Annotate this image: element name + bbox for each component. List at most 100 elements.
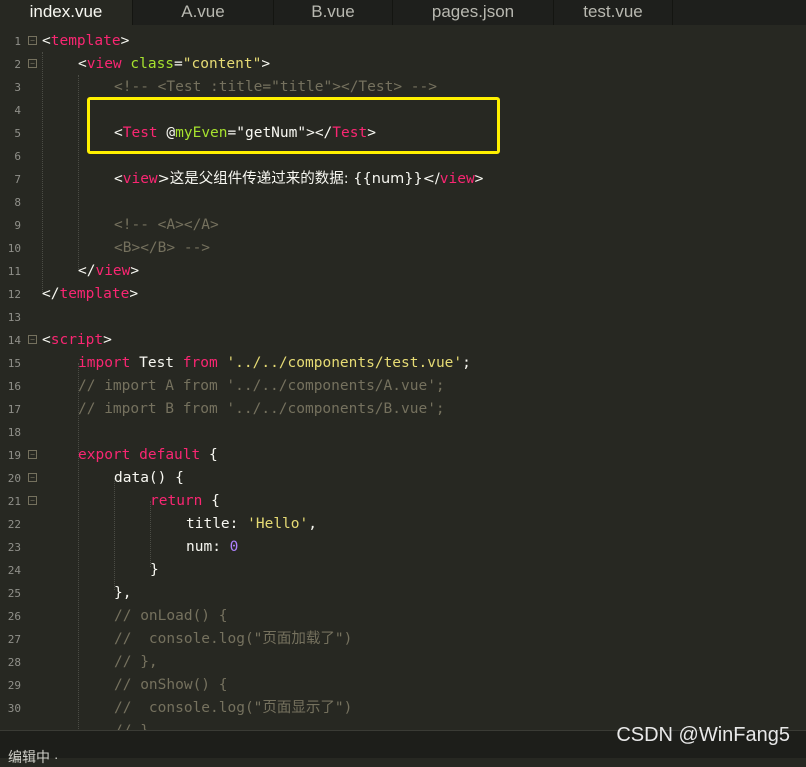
line-number: 7 — [14, 173, 21, 186]
code-token: view — [86, 56, 122, 72]
code-line: 11 </view> — [0, 260, 806, 283]
code-line: 14 − <script> — [0, 329, 806, 352]
highlight-box — [87, 97, 500, 154]
fold-toggle-icon[interactable]: − — [28, 473, 37, 482]
code-token: '../../components/test.vue' — [226, 355, 463, 371]
line-number: 8 — [14, 196, 21, 209]
tab-b-vue[interactable]: B.vue — [274, 0, 393, 25]
line-number: 18 — [7, 426, 21, 439]
line-number: 30 — [7, 702, 21, 715]
code-line: 7 <view>这是父组件传递过来的数据: {{num}}</view> — [0, 168, 806, 191]
code-line: 12 </template> — [0, 283, 806, 306]
code-comment: <B></B> --> — [114, 240, 211, 256]
code-line: 22 title: 'Hello', — [0, 513, 806, 536]
code-token: view — [95, 263, 131, 279]
code-token: view — [122, 171, 158, 187]
code-token: : — [212, 539, 230, 555]
code-token: import — [78, 355, 131, 371]
code-line: 23 num: 0 — [0, 536, 806, 559]
code-token: template — [50, 33, 121, 49]
code-token: , — [308, 516, 317, 532]
line-number: 6 — [14, 150, 21, 163]
code-line: 24 } — [0, 559, 806, 582]
code-token: 0 — [229, 539, 239, 555]
code-token: data() { — [114, 470, 184, 486]
line-number: 17 — [7, 403, 21, 416]
watermark: CSDN @WinFang5 — [616, 724, 790, 746]
code-line: 26 // onLoad() { — [0, 605, 806, 628]
code-token: script — [50, 332, 104, 348]
code-line: 13 — [0, 306, 806, 329]
code-line: 1 − <template> — [0, 30, 806, 53]
status-text: 编辑中 · — [8, 749, 59, 765]
code-comment: <!-- <A></A> — [114, 217, 219, 233]
line-number: 21 — [7, 495, 21, 508]
line-number: 12 — [7, 288, 21, 301]
code-token: > — [103, 332, 112, 348]
code-line: 18 — [0, 421, 806, 444]
fold-toggle-icon[interactable]: − — [28, 450, 37, 459]
code-token: ; — [462, 355, 471, 371]
code-comment: // console.log("页面加载了") — [114, 631, 353, 647]
line-number: 13 — [7, 311, 21, 324]
line-number: 11 — [7, 265, 21, 278]
code-line: 27 // console.log("页面加载了") — [0, 628, 806, 651]
code-token: title — [186, 516, 230, 532]
code-token: from — [182, 355, 218, 371]
line-number: 2 — [14, 58, 21, 71]
code-token: 'Hello' — [247, 516, 309, 532]
code-token: = — [174, 56, 183, 72]
code-token: "content" — [182, 56, 262, 72]
line-number: 5 — [14, 127, 21, 140]
code-line: 29 // onShow() { — [0, 674, 806, 697]
line-number: 20 — [7, 472, 21, 485]
line-number: 4 — [14, 104, 21, 117]
line-number: 23 — [7, 541, 21, 554]
fold-toggle-icon[interactable]: − — [28, 59, 37, 68]
fold-toggle-icon[interactable]: − — [28, 335, 37, 344]
code-line: 15 import Test from '../../components/te… — [0, 352, 806, 375]
code-line: 10 <B></B> --> — [0, 237, 806, 260]
code-token: { — [200, 447, 218, 463]
code-token: template — [59, 286, 130, 302]
line-number: 26 — [7, 610, 21, 623]
tab-index-vue[interactable]: index.vue — [0, 0, 133, 25]
code-token: > — [261, 56, 271, 72]
code-token: </ — [42, 286, 60, 302]
code-line: 21 − return { — [0, 490, 806, 513]
line-number: 27 — [7, 633, 21, 646]
line-number: 9 — [14, 219, 21, 232]
code-comment: // import B from '../../components/B.vue… — [78, 401, 445, 417]
code-line: 16 // import A from '../../components/A.… — [0, 375, 806, 398]
code-comment: // }, — [114, 654, 158, 670]
line-number: 15 — [7, 357, 21, 370]
code-comment: // onShow() { — [114, 677, 228, 693]
code-token: > — [129, 286, 139, 302]
line-number: 22 — [7, 518, 21, 531]
code-comment: <!-- <Test :title="title"></Test> --> — [114, 79, 438, 95]
code-token: > — [130, 263, 140, 279]
code-comment: // console.log("页面显示了") — [114, 700, 353, 716]
code-token: { — [202, 493, 220, 509]
code-line: 30 // console.log("页面显示了") — [0, 697, 806, 720]
fold-toggle-icon[interactable]: − — [28, 36, 37, 45]
line-number: 14 — [7, 334, 21, 347]
code-line: 17 // import B from '../../components/B.… — [0, 398, 806, 421]
code-token: class — [130, 56, 175, 72]
code-line: 28 // }, — [0, 651, 806, 674]
code-token: > — [474, 171, 484, 187]
line-number: 25 — [7, 587, 21, 600]
code-line: 8 — [0, 191, 806, 214]
line-number: 28 — [7, 656, 21, 669]
line-number: 19 — [7, 449, 21, 462]
code-token: : — [229, 516, 248, 532]
code-token: < — [114, 171, 123, 187]
tab-test-vue[interactable]: test.vue — [554, 0, 673, 25]
code-comment: // import A from '../../components/A.vue… — [78, 378, 445, 394]
code-token: return — [150, 493, 203, 509]
code-comment: // }, — [114, 720, 158, 730]
fold-toggle-icon[interactable]: − — [28, 496, 37, 505]
tab-a-vue[interactable]: A.vue — [133, 0, 274, 25]
tab-pages-json[interactable]: pages.json — [393, 0, 554, 25]
